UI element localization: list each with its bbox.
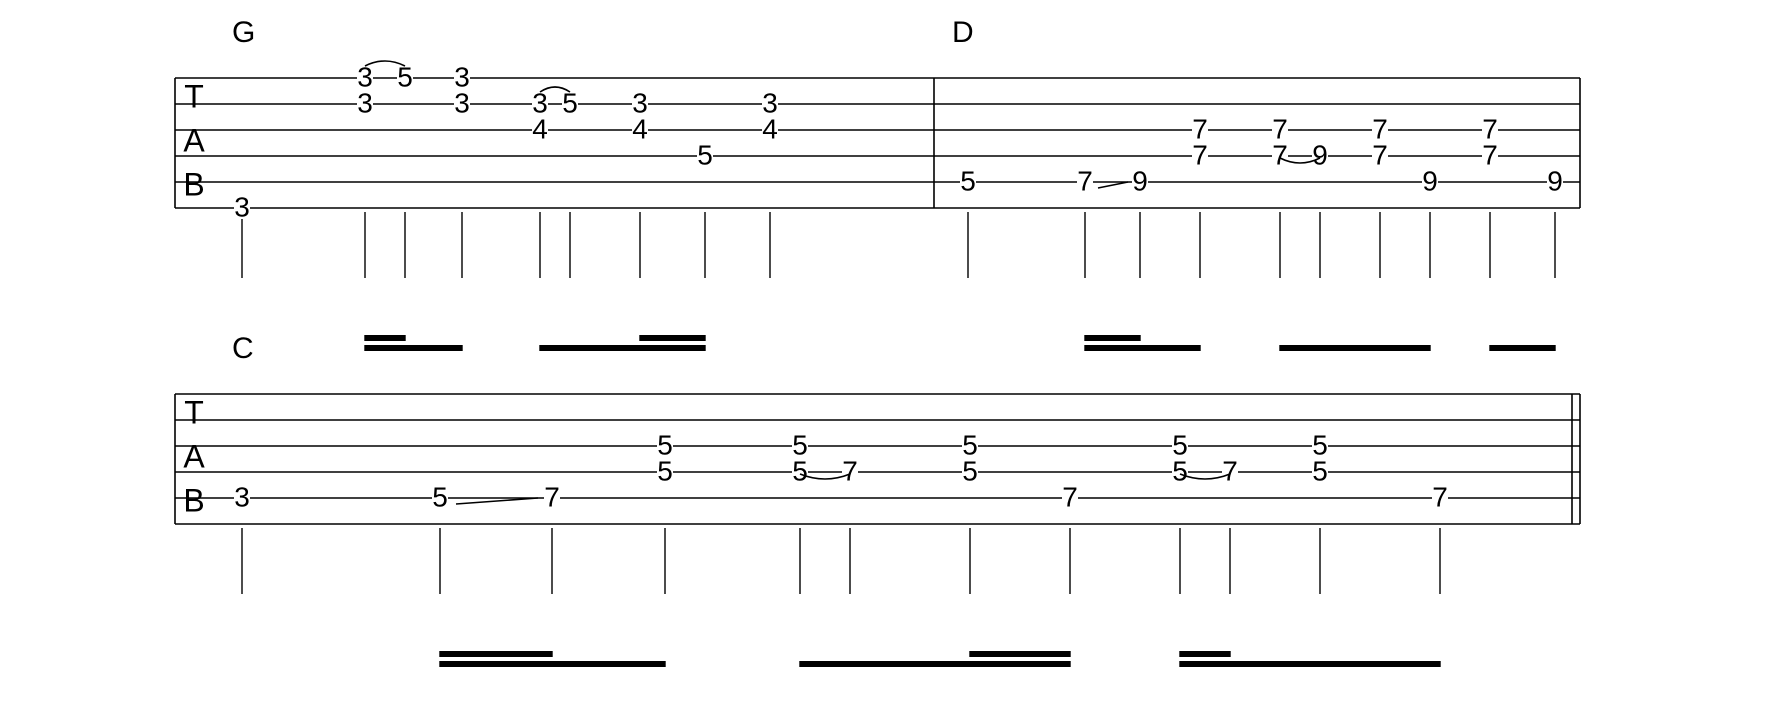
fret-number: 5 (792, 455, 808, 486)
fret-number: 5 (1312, 455, 1328, 486)
fret-number: 3 (357, 87, 373, 118)
fret-number: 7 (1222, 455, 1238, 486)
fret-number: 5 (562, 87, 578, 118)
tab-clef-letter: B (183, 483, 203, 519)
tab-clef-letter: T (184, 394, 203, 430)
fret-number: 9 (1312, 139, 1328, 170)
fret-number: 5 (657, 455, 673, 486)
fret-number: 5 (697, 139, 713, 170)
fret-number: 7 (1192, 139, 1208, 170)
fret-number: 5 (397, 61, 413, 92)
fret-number: 3 (234, 191, 250, 222)
fret-number: 7 (1077, 165, 1093, 196)
fret-number: 7 (1432, 481, 1448, 512)
tab-clef-letter: A (183, 122, 205, 158)
fret-number: 7 (842, 455, 858, 486)
fret-number: 5 (960, 165, 976, 196)
tab-clef-letter: T (184, 78, 203, 114)
fret-number: 3 (234, 481, 250, 512)
fret-number: 7 (1272, 139, 1288, 170)
slide-line (456, 498, 538, 504)
tab-clef-letter: B (183, 167, 203, 203)
fret-number: 4 (762, 113, 778, 144)
fret-number: 7 (1062, 481, 1078, 512)
slide-line (1098, 182, 1128, 188)
fret-number: 3 (454, 87, 470, 118)
chord-label: G (232, 16, 255, 49)
fret-number: 4 (532, 113, 548, 144)
fret-number: 5 (432, 481, 448, 512)
fret-number: 7 (1372, 139, 1388, 170)
fret-number: 7 (544, 481, 560, 512)
fret-number: 9 (1422, 165, 1438, 196)
fret-number: 9 (1132, 165, 1148, 196)
fret-number: 7 (1482, 139, 1498, 170)
tab-clef-letter: A (183, 438, 205, 474)
fret-number: 4 (632, 113, 648, 144)
chord-label: C (232, 332, 254, 365)
fret-number: 9 (1547, 165, 1563, 196)
tab-score: TABGD3335333453453457977779779779TABC357… (0, 0, 1790, 708)
chord-label: D (952, 16, 974, 49)
fret-number: 5 (962, 455, 978, 486)
fret-number: 5 (1172, 455, 1188, 486)
